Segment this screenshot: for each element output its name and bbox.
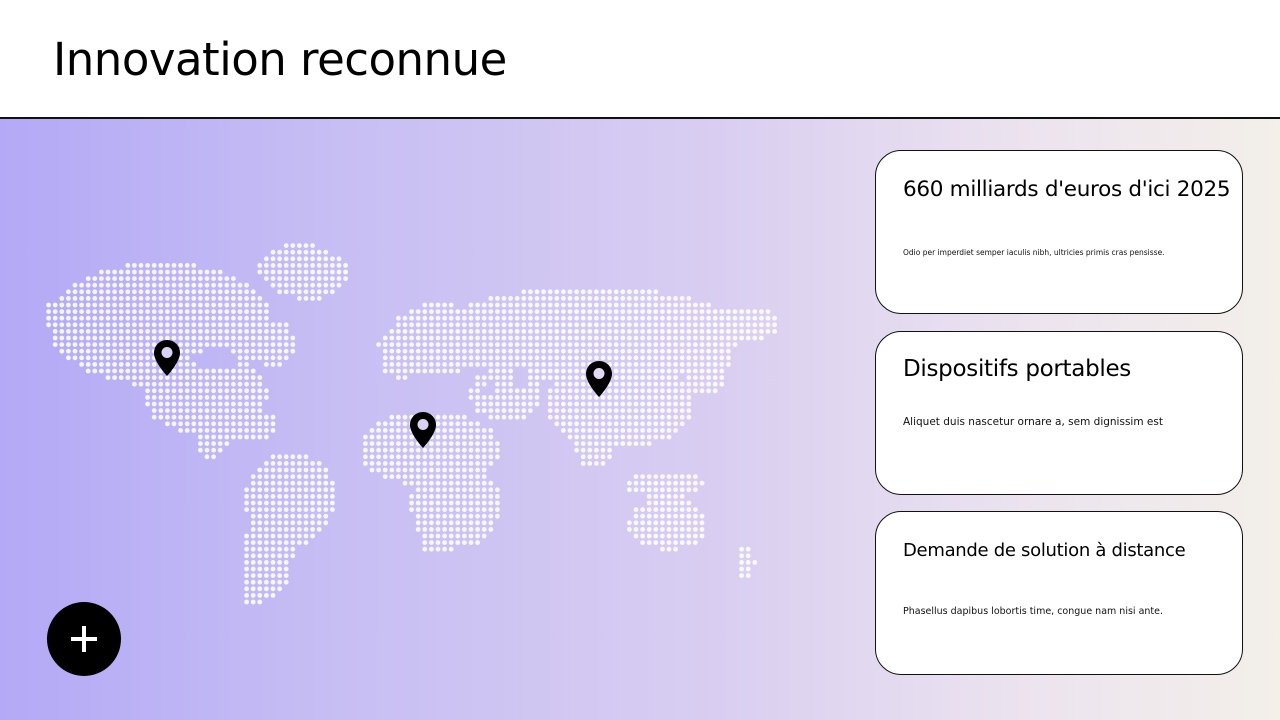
card-text: Aliquet duis nascetur ornare a, sem dign… [903, 416, 1163, 428]
info-card-market: 660 milliards d'euros d'ici 2025 Odio pe… [875, 150, 1243, 314]
info-card-wearables: Dispositifs portables Aliquet duis nasce… [875, 331, 1243, 495]
card-text: Odio per imperdiet semper iaculis nibh, … [903, 248, 1165, 257]
card-text: Phasellus dapibus lobortis time, congue … [903, 606, 1164, 617]
info-card-remote: Demande de solution à distance Phasellus… [875, 511, 1243, 675]
map-pin-icon[interactable] [585, 360, 613, 398]
card-title: Demande de solution à distance [903, 540, 1186, 561]
map-pin-icon[interactable] [409, 411, 437, 449]
slide-header: Innovation reconnue [0, 0, 1280, 119]
content-area: 660 milliards d'euros d'ici 2025 Odio pe… [0, 119, 1280, 720]
map-pin-icon[interactable] [153, 339, 181, 377]
card-title: 660 milliards d'euros d'ici 2025 [903, 177, 1231, 202]
add-button[interactable] [47, 602, 121, 676]
card-title: Dispositifs portables [903, 356, 1131, 382]
plus-icon [71, 626, 97, 652]
page-title: Innovation reconnue [53, 33, 507, 86]
